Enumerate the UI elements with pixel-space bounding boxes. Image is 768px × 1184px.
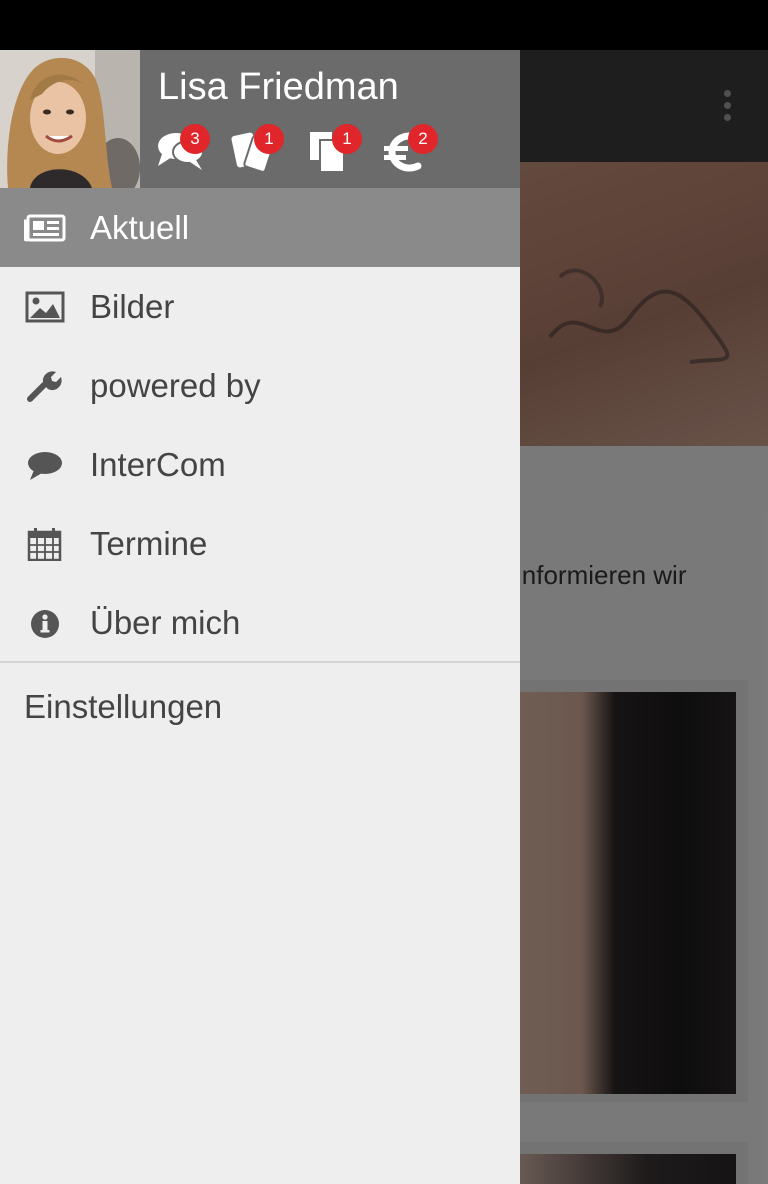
user-name: Lisa Friedman: [158, 66, 399, 108]
nav-list: Aktuell Bilder powered by InterCom Termi…: [0, 188, 520, 662]
chat-badge: 3: [180, 124, 210, 154]
drawer-header: Lisa Friedman 3 1 1 2: [0, 50, 520, 188]
nav-item-label: Aktuell: [90, 209, 190, 246]
nav-item-label: Bilder: [90, 288, 175, 325]
newspaper-icon: [24, 214, 66, 242]
avatar[interactable]: [0, 50, 140, 188]
nav-item-aktuell[interactable]: Aktuell: [0, 188, 520, 267]
nav-item-bilder[interactable]: Bilder: [0, 267, 520, 346]
settings-item[interactable]: Einstellungen: [24, 688, 222, 726]
tickets-badge: 1: [254, 124, 284, 154]
nav-item-ueber-mich[interactable]: Über mich: [0, 583, 520, 662]
nav-item-intercom[interactable]: InterCom: [0, 425, 520, 504]
image-icon: [25, 291, 65, 323]
nav-item-label: powered by: [90, 367, 261, 404]
nav-item-label: InterCom: [90, 446, 226, 483]
nav-item-powered-by[interactable]: powered by: [0, 346, 520, 425]
euro-badge: 2: [408, 124, 438, 154]
euro-button[interactable]: 2: [384, 120, 444, 180]
nav-divider: [0, 661, 520, 663]
info-icon: [31, 610, 59, 638]
navigation-drawer: Lisa Friedman 3 1 1 2 Aktuell Bilder pow…: [0, 50, 520, 1184]
nav-item-label: Termine: [90, 525, 208, 562]
nav-item-label: Über mich: [90, 604, 241, 641]
chat-bubbles-button[interactable]: 3: [156, 120, 216, 180]
status-bar: [0, 0, 768, 50]
documents-badge: 1: [332, 124, 362, 154]
wrench-icon: [27, 371, 62, 402]
tickets-button[interactable]: 1: [230, 120, 290, 180]
documents-button[interactable]: 1: [308, 120, 368, 180]
speech-bubble-icon: [28, 452, 62, 480]
calendar-icon: [27, 528, 62, 561]
nav-item-termine[interactable]: Termine: [0, 504, 520, 583]
